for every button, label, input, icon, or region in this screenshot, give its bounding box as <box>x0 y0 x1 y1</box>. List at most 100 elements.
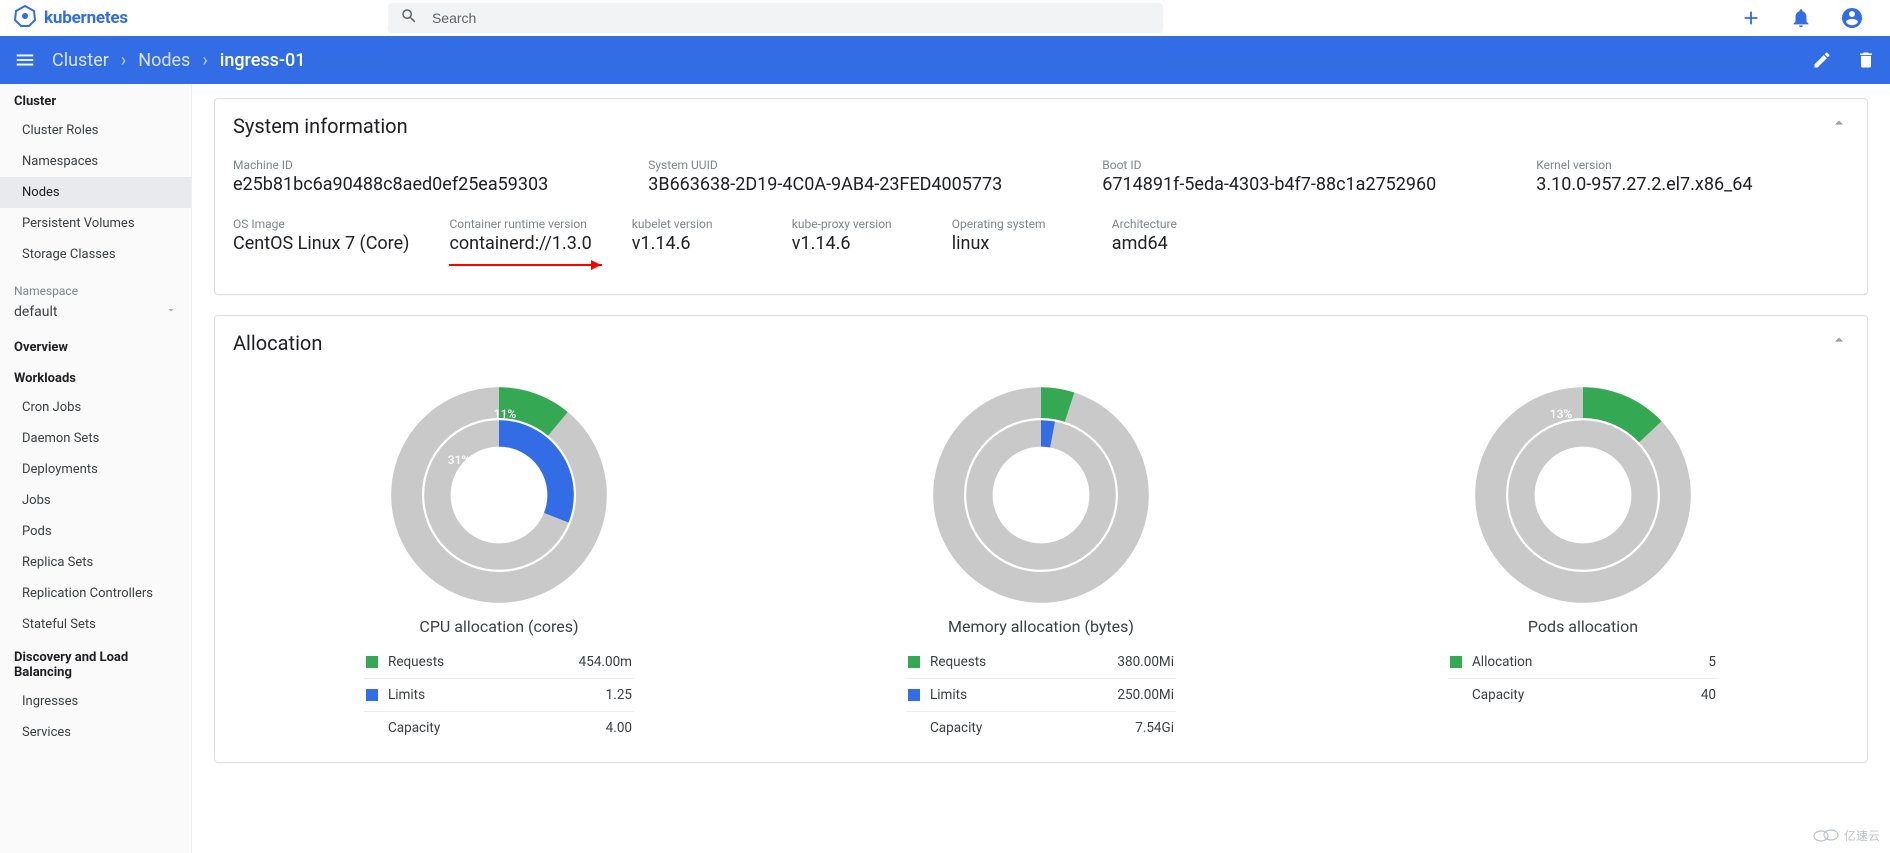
swatch-none <box>908 722 920 734</box>
legend-value: 5 <box>1708 654 1716 670</box>
namespace-label: Namespace <box>0 270 191 300</box>
kubernetes-logo-icon <box>14 5 36 31</box>
pods-donut-chart: 13% <box>1473 385 1693 605</box>
account-icon[interactable] <box>1840 6 1864 30</box>
sidebar-item-replication-controllers[interactable]: Replication Controllers <box>0 578 191 609</box>
sidebar-item-storage-classes[interactable]: Storage Classes <box>0 239 191 270</box>
sidebar-item-cluster-roles[interactable]: Cluster Roles <box>0 115 191 146</box>
edit-icon[interactable] <box>1812 50 1832 70</box>
info-label: Boot ID <box>1102 158 1436 172</box>
legend-row: Requests380.00Mi <box>906 646 1176 679</box>
sidebar-group-discovery: Discovery and Load Balancing <box>0 640 191 686</box>
system-info-card: System information Machine ID e25b81bc6a9… <box>214 98 1868 295</box>
info-value: CentOS Linux 7 (Core) <box>233 233 409 254</box>
swatch-none <box>366 722 378 734</box>
memory-donut-chart <box>931 385 1151 605</box>
info-item: Operating system linux <box>952 217 1112 254</box>
swatch-blue <box>908 689 920 701</box>
info-item: System UUID3B663638-2D19-4C0A-9AB4-23FED… <box>648 158 1042 195</box>
legend-row: Allocation 5 <box>1448 646 1718 679</box>
legend-value: 380.00Mi <box>1117 654 1174 670</box>
cpu-donut-chart: 11% 31% <box>389 385 609 605</box>
legend-label: Capacity <box>1472 687 1524 703</box>
legend-label: Allocation <box>1472 654 1532 670</box>
legend-row: Capacity 4.00 <box>364 712 634 744</box>
info-label: Architecture <box>1112 217 1232 231</box>
sidebar-item-jobs[interactable]: Jobs <box>0 485 191 516</box>
info-item: Container runtime version containerd://1.… <box>449 217 631 254</box>
info-item: kubelet version v1.14.6 <box>632 217 792 254</box>
sidebar-group-cluster: Cluster <box>0 84 191 115</box>
sidebar-item-services[interactable]: Services <box>0 717 191 748</box>
top-actions <box>1740 6 1882 30</box>
legend-label: Capacity <box>388 720 440 736</box>
collapse-icon[interactable] <box>1829 113 1849 138</box>
info-value: amd64 <box>1112 233 1232 254</box>
add-icon[interactable] <box>1740 7 1762 29</box>
info-label: kube-proxy version <box>792 217 912 231</box>
info-value: linux <box>952 233 1072 254</box>
delete-icon[interactable] <box>1856 50 1876 70</box>
pods-alloc-pct: 13% <box>1543 407 1579 421</box>
legend-row: Limits250.00Mi <box>906 679 1176 712</box>
info-item: Architecture amd64 <box>1112 217 1272 254</box>
info-value: v1.14.6 <box>632 233 752 254</box>
swatch-green <box>1450 656 1462 668</box>
pods-allocation: 13% Pods allocation Allocation5 Capacity… <box>1317 385 1849 744</box>
collapse-icon[interactable] <box>1829 330 1849 355</box>
main-content: System information Machine ID e25b81bc6a9… <box>192 84 1890 853</box>
sidebar-item-persistent-volumes[interactable]: Persistent Volumes <box>0 208 191 239</box>
breadcrumb-nodes[interactable]: Nodes <box>138 50 190 71</box>
breadcrumb-cluster[interactable]: Cluster <box>52 50 109 71</box>
menu-icon[interactable] <box>14 49 36 71</box>
info-item: OS ImageCentOS Linux 7 (Core) <box>233 217 449 254</box>
cpu-requests-pct: 11% <box>487 407 523 421</box>
info-label: Container runtime version <box>449 217 591 231</box>
sidebar-item-daemon-sets[interactable]: Daemon Sets <box>0 423 191 454</box>
sidebar-overview[interactable]: Overview <box>0 330 191 361</box>
watermark: 亿速云 <box>1812 826 1880 845</box>
search-input[interactable] <box>418 10 1151 26</box>
legend-row: Requests454.00m <box>364 646 634 679</box>
info-value: v1.14.6 <box>792 233 912 254</box>
swatch-green <box>908 656 920 668</box>
info-label: kubelet version <box>632 217 752 231</box>
sidebar: Cluster Cluster RolesNamespacesNodesPers… <box>0 84 192 853</box>
legend-row: Capacity7.54Gi <box>906 712 1176 744</box>
info-label: Machine ID <box>233 158 548 172</box>
info-value: containerd://1.3.0 <box>449 233 591 254</box>
legend-value: 4.00 <box>606 720 632 736</box>
sidebar-item-nodes[interactable]: Nodes <box>0 177 191 208</box>
memory-allocation: Memory allocation (bytes) Requests380.00… <box>775 385 1307 744</box>
page-actions <box>1812 50 1876 70</box>
sidebar-item-pods[interactable]: Pods <box>0 516 191 547</box>
sidebar-item-deployments[interactable]: Deployments <box>0 454 191 485</box>
legend-label: Limits <box>930 687 967 703</box>
info-value: 6714891f-5eda-4303-b4f7-88c1a2752960 <box>1102 174 1436 195</box>
namespace-selector[interactable]: default <box>0 300 191 330</box>
chevron-right-icon: › <box>121 50 126 71</box>
sidebar-item-stateful-sets[interactable]: Stateful Sets <box>0 609 191 640</box>
cloud-icon <box>1812 826 1840 845</box>
namespace-value: default <box>14 304 58 320</box>
info-label: Operating system <box>952 217 1072 231</box>
info-label: System UUID <box>648 158 1002 172</box>
sidebar-item-replica-sets[interactable]: Replica Sets <box>0 547 191 578</box>
sidebar-item-ingresses[interactable]: Ingresses <box>0 686 191 717</box>
info-item: Boot ID 6714891f-5eda-4303-b4f7-88c1a2752… <box>1102 158 1476 195</box>
info-value: e25b81bc6a90488c8aed0ef25ea59303 <box>233 174 548 195</box>
search-icon <box>400 7 418 29</box>
search-box[interactable] <box>388 3 1163 33</box>
memory-alloc-title: Memory allocation (bytes) <box>948 617 1134 636</box>
notifications-icon[interactable] <box>1790 7 1812 29</box>
system-info-title: System information <box>233 114 408 138</box>
info-item: Kernel version3.10.0-957.27.2.el7.x86_64 <box>1536 158 1792 195</box>
swatch-blue <box>366 689 378 701</box>
allocation-title: Allocation <box>233 331 322 355</box>
sidebar-item-cron-jobs[interactable]: Cron Jobs <box>0 392 191 423</box>
info-item: kube-proxy version v1.14.6 <box>792 217 952 254</box>
allocation-card: Allocation 11% 31% CPU allocation (cores… <box>214 315 1868 763</box>
info-item: Machine ID e25b81bc6a90488c8aed0ef25ea593… <box>233 158 588 195</box>
sidebar-item-namespaces[interactable]: Namespaces <box>0 146 191 177</box>
brand-logo[interactable]: kubernetes <box>14 5 128 31</box>
